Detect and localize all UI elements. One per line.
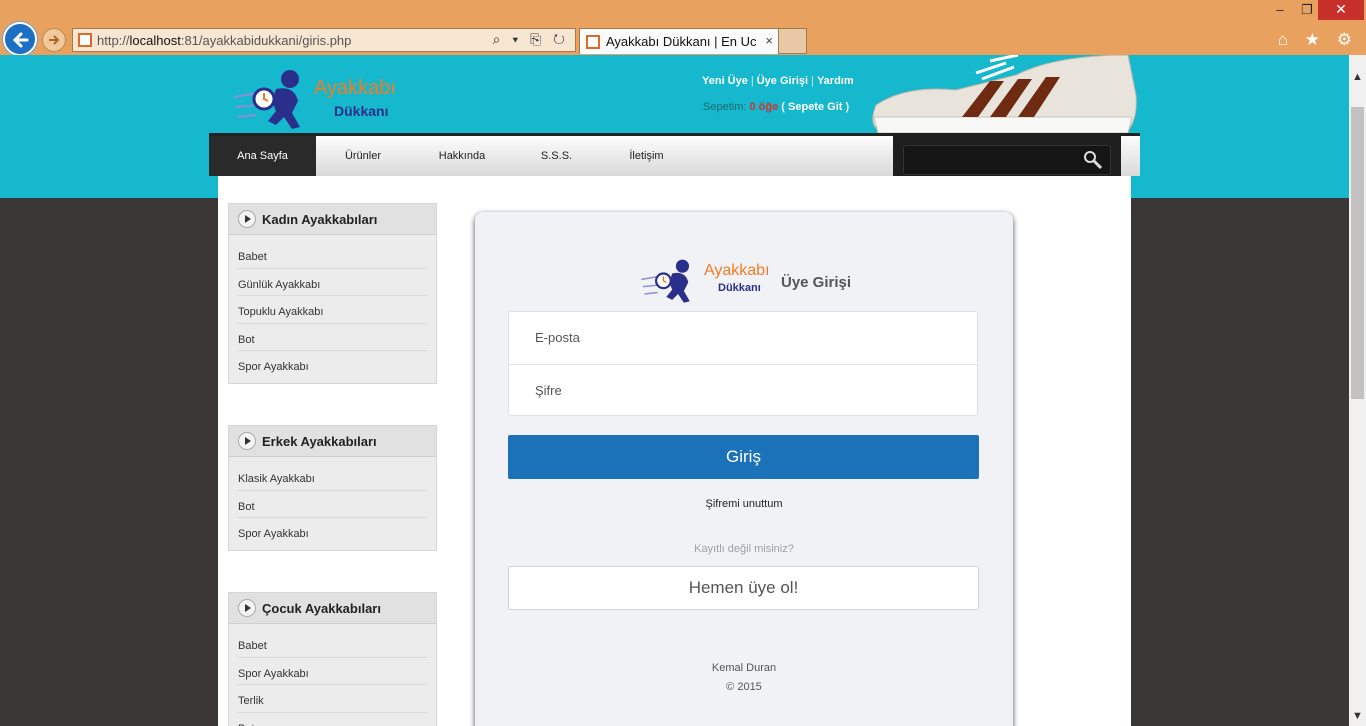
tab-title: Ayakkabı Dükkanı | En Ucuz... <box>606 34 756 49</box>
category-list: Klasik Ayakkabı Bot Spor Ayakkabı <box>229 457 436 550</box>
login-button[interactable]: Giriş <box>508 435 979 479</box>
category-item[interactable]: Topuklu Ayakkabı <box>238 296 427 324</box>
email-field[interactable]: E-posta <box>509 312 977 364</box>
back-button[interactable] <box>3 22 37 56</box>
home-favorites-settings-icons[interactable]: ⌂ ★ ⚙ <box>1278 30 1358 50</box>
link-new-member[interactable]: Yeni Üye <box>702 75 748 87</box>
link-help[interactable]: Yardım <box>817 75 854 87</box>
browser-tab[interactable]: Ayakkabı Dükkanı | En Ucuz... × <box>579 28 779 54</box>
category-title: Erkek Ayakkabıları <box>262 434 377 449</box>
category-item[interactable]: Babet <box>238 630 427 658</box>
scroll-up-icon[interactable]: ▲ <box>1352 71 1363 83</box>
running-man-logo-icon <box>233 70 300 129</box>
category-list: Babet Spor Ayakkabı Terlik Bot <box>229 624 436 726</box>
running-man-logo-icon <box>641 259 690 303</box>
category-item[interactable]: Bot <box>238 491 427 518</box>
browser-chrome: http://localhost:81/ayakkabidukkani/giri… <box>0 0 1366 56</box>
site-logo[interactable]: Ayakkabı Dükkanı <box>232 67 412 137</box>
category-item[interactable]: Spor Ayakkabı <box>238 658 427 685</box>
close-window-icon[interactable]: ✕ <box>1318 0 1364 20</box>
not-member-text: Kayıtlı değil misiniz? <box>694 543 794 555</box>
scroll-thumb[interactable] <box>1351 107 1364 399</box>
category-item[interactable]: Spor Ayakkabı <box>238 518 427 546</box>
top-links: Yeni Üye | Üye Girişi | Yardım <box>702 75 854 87</box>
category-item[interactable]: Spor Ayakkabı <box>238 351 427 379</box>
cart-paren-close: ) <box>845 101 850 113</box>
category-item[interactable]: Terlik <box>238 685 427 713</box>
cart-label: Sepetim: <box>703 101 747 113</box>
login-logo-word-2: Dükkanı <box>718 282 761 294</box>
category-item[interactable]: Babet <box>238 241 427 269</box>
cart-count: 0 öğe <box>749 101 779 113</box>
category-item[interactable]: Bot <box>238 713 427 726</box>
category-header: Çocuk Ayakkabıları <box>229 593 436 624</box>
category-list: Babet Günlük Ayakkabı Topuklu Ayakkabı B… <box>229 235 436 383</box>
content-container: Kadın Ayakkabıları Babet Günlük Ayakkabı… <box>218 176 1131 726</box>
forward-button[interactable] <box>42 28 66 52</box>
search-input[interactable] <box>903 145 1111 175</box>
category-box-women: Kadın Ayakkabıları Babet Günlük Ayakkabı… <box>228 203 437 384</box>
vertical-scrollbar[interactable]: ▲ ▼ <box>1349 55 1366 726</box>
footer-copyright: © 2015 <box>726 681 762 693</box>
login-card: Ayakkabı Dükkanı Üye Girişi E-posta Şifr… <box>475 212 1013 726</box>
sneaker-banner-image <box>872 55 1137 134</box>
new-tab-button[interactable] <box>779 28 807 54</box>
arrow-right-icon <box>49 35 60 45</box>
nav-products[interactable]: Ürünler <box>319 136 407 176</box>
category-header: Erkek Ayakkabıları <box>229 426 436 457</box>
tab-close-icon[interactable]: × <box>765 33 773 48</box>
address-tools-icons[interactable]: ⌕ ▾ ⎘ ↻ <box>493 31 569 48</box>
link-separator: | <box>811 75 814 87</box>
link-separator: | <box>750 75 754 87</box>
play-arrow-icon <box>238 599 256 617</box>
login-fields: E-posta Şifre <box>508 311 978 416</box>
address-bar[interactable]: http://localhost:81/ayakkabidukkani/giri… <box>72 28 576 52</box>
login-title: Üye Girişi <box>781 274 852 291</box>
scroll-down-icon[interactable]: ▼ <box>1352 710 1363 722</box>
maximize-icon[interactable]: ❐ <box>1297 2 1317 18</box>
category-header: Kadın Ayakkabıları <box>229 204 436 235</box>
minimize-icon[interactable]: – <box>1270 2 1290 17</box>
category-title: Çocuk Ayakkabıları <box>262 601 381 616</box>
page-viewport: Ayakkabı Dükkanı Yeni Üye | Üye Girişi | Yar… <box>0 55 1349 726</box>
link-member-login[interactable]: Üye Girişi <box>757 75 808 87</box>
site-favicon-icon <box>78 33 92 47</box>
play-arrow-icon <box>238 432 256 450</box>
tab-favicon-icon <box>586 35 600 49</box>
cart-summary: Sepetim: 0 öğe ( Sepete Git ) <box>703 101 849 113</box>
category-title: Kadın Ayakkabıları <box>262 212 378 227</box>
nav-about[interactable]: Hakkında <box>417 136 507 176</box>
category-item[interactable]: Klasik Ayakkabı <box>238 463 427 491</box>
nav-contact[interactable]: İletişim <box>604 136 689 176</box>
search-icon[interactable] <box>1083 150 1103 170</box>
logo-word-2: Dükkanı <box>334 103 389 119</box>
login-logo: Ayakkabı Dükkanı <box>640 256 775 310</box>
address-url[interactable]: http://localhost:81/ayakkabidukkani/giri… <box>97 33 351 48</box>
play-arrow-icon <box>238 210 256 228</box>
category-item[interactable]: Günlük Ayakkabı <box>238 269 427 296</box>
signup-button[interactable]: Hemen üye ol! <box>508 566 979 610</box>
category-item[interactable]: Bot <box>238 324 427 351</box>
password-field[interactable]: Şifre <box>509 364 977 416</box>
logo-word-1: Ayakkabı <box>314 77 396 99</box>
nav-faq[interactable]: S.S.S. <box>514 136 599 176</box>
forgot-password-link[interactable]: Şifremi unuttum <box>475 498 1013 510</box>
cart-paren-open: ( <box>781 101 785 113</box>
login-logo-word-1: Ayakkabı <box>704 262 770 279</box>
arrow-left-icon <box>12 32 29 48</box>
category-box-kids: Çocuk Ayakkabıları Babet Spor Ayakkabı T… <box>228 592 437 726</box>
footer-author: Kemal Duran <box>711 662 777 674</box>
go-to-cart-link[interactable]: Sepete Git <box>788 101 842 113</box>
nav-home[interactable]: Ana Sayfa <box>209 136 316 176</box>
category-box-men: Erkek Ayakkabıları Klasik Ayakkabı Bot S… <box>228 425 437 551</box>
